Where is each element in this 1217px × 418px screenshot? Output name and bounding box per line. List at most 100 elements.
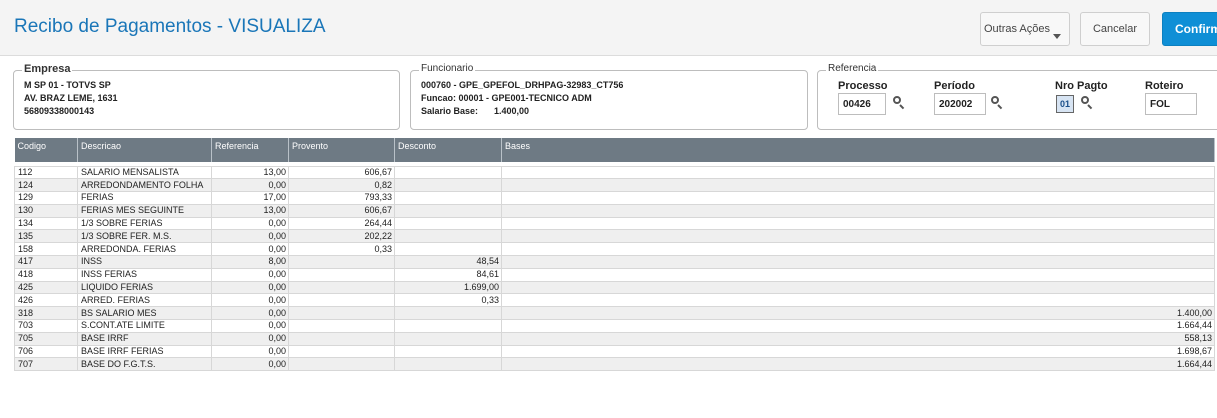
cell-descricao: ARREDONDA. FERIAS <box>77 242 212 257</box>
table-row[interactable]: 418 INSS FERIAS 0,00 84,61 <box>14 267 1215 282</box>
cell-codigo: 705 <box>14 331 78 346</box>
table-row[interactable]: 705 BASE IRRF 0,00 558,13 <box>14 331 1215 346</box>
cell-provento: 606,67 <box>288 165 395 180</box>
empresa-legend: Empresa <box>22 63 73 75</box>
cell-provento <box>288 319 395 333</box>
col-provento[interactable]: Provento <box>288 138 395 162</box>
empresa-address: AV. BRAZ LEME, 1631 <box>24 93 118 103</box>
nro-pagto-value: 01 <box>1060 99 1071 109</box>
cell-bases <box>501 165 1215 180</box>
cell-desconto <box>394 319 502 333</box>
magnifier-icon[interactable] <box>990 95 1004 111</box>
cell-provento: 0,82 <box>288 178 395 193</box>
nro-pagto-label: Nro Pagto <box>1055 80 1108 92</box>
roteiro-input[interactable]: FOL <box>1145 93 1197 115</box>
cell-provento: 606,67 <box>288 203 395 218</box>
cell-descricao: ARRED. FERIAS <box>77 293 212 308</box>
funcionario-salario: Salario Base: 1.400,00 <box>421 106 529 116</box>
cell-bases <box>501 293 1215 308</box>
cell-desconto <box>394 242 502 257</box>
cell-descricao: FERIAS <box>77 191 212 205</box>
salario-label: Salario Base: <box>421 106 479 116</box>
outras-acoes-button[interactable]: Outras Ações <box>980 12 1070 46</box>
cell-desconto <box>394 178 502 193</box>
cell-referencia: 13,00 <box>211 165 289 180</box>
table-row[interactable]: 417 INSS 8,00 48,54 <box>14 255 1215 269</box>
col-desconto[interactable]: Desconto <box>394 138 502 162</box>
table-row[interactable]: 129 FERIAS 17,00 793,33 <box>14 191 1215 205</box>
cell-descricao: BASE IRRF <box>77 331 212 346</box>
cell-bases <box>501 242 1215 257</box>
cell-codigo: 425 <box>14 280 78 295</box>
cell-desconto <box>394 165 502 180</box>
cell-bases <box>501 178 1215 193</box>
table-row[interactable]: 703 S.CONT.ATE LIMITE 0,00 1.664,44 <box>14 319 1215 333</box>
cell-referencia: 17,00 <box>211 191 289 205</box>
table-row[interactable]: 135 1/3 SOBRE FER. M.S. 0,00 202,22 <box>14 229 1215 244</box>
salario-value: 1.400,00 <box>494 106 530 116</box>
magnifier-icon[interactable] <box>1080 95 1094 111</box>
col-descricao[interactable]: Descricao <box>77 138 212 162</box>
periodo-input[interactable]: 202002 <box>934 93 986 115</box>
cell-provento: 793,33 <box>288 191 395 205</box>
cell-bases <box>501 229 1215 244</box>
cell-bases: 558,13 <box>501 331 1215 346</box>
table-row[interactable]: 426 ARRED. FERIAS 0,00 0,33 <box>14 293 1215 308</box>
col-referencia[interactable]: Referencia <box>211 138 289 162</box>
table-header-row: Codigo Descricao Referencia Provento Des… <box>14 138 1215 162</box>
cell-provento <box>288 255 395 269</box>
cell-referencia: 0,00 <box>211 319 289 333</box>
table-row[interactable]: 158 ARREDONDA. FERIAS 0,00 0,33 <box>14 242 1215 257</box>
cell-descricao: BASE DO F.G.T.S. <box>77 357 212 372</box>
table-row[interactable]: 706 BASE IRRF FERIAS 0,00 1.698,67 <box>14 344 1215 359</box>
cell-desconto: 84,61 <box>394 267 502 282</box>
col-codigo[interactable]: Codigo <box>14 138 78 162</box>
table-row[interactable]: 134 1/3 SOBRE FERIAS 0,00 264,44 <box>14 216 1215 231</box>
roteiro-label: Roteiro <box>1145 80 1184 92</box>
funcionario-group: Funcionario 000760 - GPE_GPEFOL_DRHPAG-3… <box>410 63 808 130</box>
cell-provento: 264,44 <box>288 216 395 231</box>
cell-desconto <box>394 357 502 372</box>
cell-descricao: 1/3 SOBRE FER. M.S. <box>77 229 212 244</box>
nro-pagto-input[interactable]: 01 <box>1056 95 1074 113</box>
cell-descricao: INSS <box>77 255 212 269</box>
table-row[interactable]: 124 ARREDONDAMENTO FOLHA 0,00 0,82 <box>14 178 1215 193</box>
cell-desconto <box>394 229 502 244</box>
col-bases[interactable]: Bases <box>501 138 1215 162</box>
cell-bases <box>501 280 1215 295</box>
empresa-name: M SP 01 - TOTVS SP <box>24 80 111 90</box>
page-header: Recibo de Pagamentos - VISUALIZA Outras … <box>0 0 1217 56</box>
cell-desconto <box>394 191 502 205</box>
referencia-group: Referencia Processo 00426 Período 202002… <box>817 63 1217 130</box>
cell-descricao: SALARIO MENSALISTA <box>77 165 212 180</box>
outras-acoes-label: Outras Ações <box>983 23 1051 35</box>
table-row[interactable]: 707 BASE DO F.G.T.S. 0,00 1.664,44 <box>14 357 1215 372</box>
cell-referencia: 0,00 <box>211 293 289 308</box>
cell-desconto: 48,54 <box>394 255 502 269</box>
cell-codigo: 112 <box>14 165 78 180</box>
table-row[interactable]: 130 FERIAS MES SEGUINTE 13,00 606,67 <box>14 203 1215 218</box>
page-title: Recibo de Pagamentos - VISUALIZA <box>14 16 326 37</box>
confirm-button[interactable]: Confirmar <box>1162 12 1217 46</box>
cell-bases <box>501 216 1215 231</box>
cell-codigo: 426 <box>14 293 78 308</box>
cell-codigo: 124 <box>14 178 78 193</box>
processo-input[interactable]: 00426 <box>838 93 886 115</box>
cell-referencia: 13,00 <box>211 203 289 218</box>
cell-referencia: 0,00 <box>211 178 289 193</box>
pagamentos-table: Codigo Descricao Referencia Provento Des… <box>14 138 1215 372</box>
cell-descricao: ARREDONDAMENTO FOLHA <box>77 178 212 193</box>
cell-descricao: FERIAS MES SEGUINTE <box>77 203 212 218</box>
cell-provento <box>288 293 395 308</box>
cell-bases <box>501 203 1215 218</box>
pagamentos-grid[interactable]: Codigo Descricao Referencia Provento Des… <box>14 138 1217 418</box>
table-row[interactable]: 112 SALARIO MENSALISTA 13,00 606,67 <box>14 165 1215 180</box>
magnifier-icon[interactable] <box>892 95 906 111</box>
table-row[interactable]: 318 BS SALARIO MES 0,00 1.400,00 <box>14 306 1215 321</box>
cell-provento: 0,33 <box>288 242 395 257</box>
cancel-button[interactable]: Cancelar <box>1080 12 1150 46</box>
cell-provento <box>288 344 395 359</box>
table-row[interactable]: 425 LIQUIDO FERIAS 0,00 1.699,00 <box>14 280 1215 295</box>
cell-codigo: 129 <box>14 191 78 205</box>
cell-desconto <box>394 216 502 231</box>
